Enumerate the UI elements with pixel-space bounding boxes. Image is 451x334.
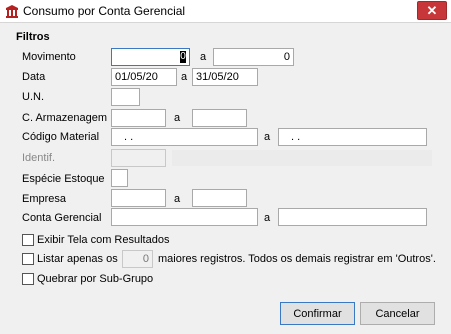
quebrar-checkbox[interactable] bbox=[22, 273, 34, 285]
especie-label: Espécie Estoque bbox=[22, 173, 105, 185]
confirmar-label: Confirmar bbox=[293, 307, 342, 320]
identif-input bbox=[111, 149, 166, 167]
material-to-input[interactable]: . . bbox=[278, 128, 427, 146]
empresa-a-label: a bbox=[174, 193, 181, 205]
armazenagem-label: C. Armazenagem bbox=[22, 112, 107, 124]
cancelar-button[interactable]: Cancelar bbox=[360, 302, 435, 325]
empresa-from-input[interactable] bbox=[111, 189, 166, 207]
listar-suffix-label: maiores registros. Todos os demais regis… bbox=[158, 253, 436, 265]
armazenagem-from-input[interactable] bbox=[111, 109, 166, 127]
data-to-input[interactable]: 31/05/20 bbox=[192, 68, 258, 86]
close-icon: ✕ bbox=[426, 2, 438, 18]
filters-group-title: Filtros bbox=[16, 31, 50, 43]
movimento-label: Movimento bbox=[22, 51, 76, 63]
exibir-checkbox[interactable] bbox=[22, 234, 34, 246]
conta-to-input[interactable] bbox=[278, 208, 427, 226]
dialog-window: Consumo por Conta Gerencial ✕ Filtros Mo… bbox=[0, 0, 451, 334]
conta-from-input[interactable] bbox=[111, 208, 258, 226]
especie-input[interactable] bbox=[111, 169, 128, 187]
title-bar: Consumo por Conta Gerencial ✕ bbox=[0, 0, 451, 22]
data-label: Data bbox=[22, 71, 46, 83]
listar-count-input[interactable]: 0 bbox=[122, 250, 153, 268]
material-from-input[interactable]: . . bbox=[111, 128, 258, 146]
identif-description bbox=[171, 149, 433, 167]
confirmar-button[interactable]: Confirmar bbox=[280, 302, 355, 325]
movimento-to-input[interactable]: 0 bbox=[213, 48, 294, 66]
movimento-a-label: a bbox=[200, 51, 207, 63]
armazenagem-a-label: a bbox=[174, 112, 181, 124]
listar-checkbox[interactable] bbox=[22, 253, 34, 265]
quebrar-label: Quebrar por Sub-Grupo bbox=[37, 273, 154, 285]
building-app-icon bbox=[5, 4, 19, 18]
data-a-label: a bbox=[181, 71, 188, 83]
material-label: Código Material bbox=[22, 131, 100, 143]
window-title: Consumo por Conta Gerencial bbox=[23, 4, 186, 18]
un-label: U.N. bbox=[22, 91, 44, 103]
empresa-label: Empresa bbox=[22, 193, 67, 205]
armazenagem-to-input[interactable] bbox=[192, 109, 247, 127]
exibir-label: Exibir Tela com Resultados bbox=[37, 234, 170, 246]
movimento-from-input[interactable]: 0 bbox=[111, 48, 190, 66]
data-from-input[interactable]: 01/05/20 bbox=[111, 68, 177, 86]
material-a-label: a bbox=[264, 131, 271, 143]
cancelar-label: Cancelar bbox=[375, 307, 420, 320]
conta-a-label: a bbox=[264, 212, 271, 224]
listar-prefix-label: Listar apenas os bbox=[37, 253, 118, 265]
conta-label: Conta Gerencial bbox=[22, 212, 102, 224]
identif-label: Identif. bbox=[22, 152, 56, 164]
empresa-to-input[interactable] bbox=[192, 189, 247, 207]
close-button[interactable]: ✕ bbox=[417, 1, 447, 20]
un-input[interactable] bbox=[111, 88, 140, 106]
